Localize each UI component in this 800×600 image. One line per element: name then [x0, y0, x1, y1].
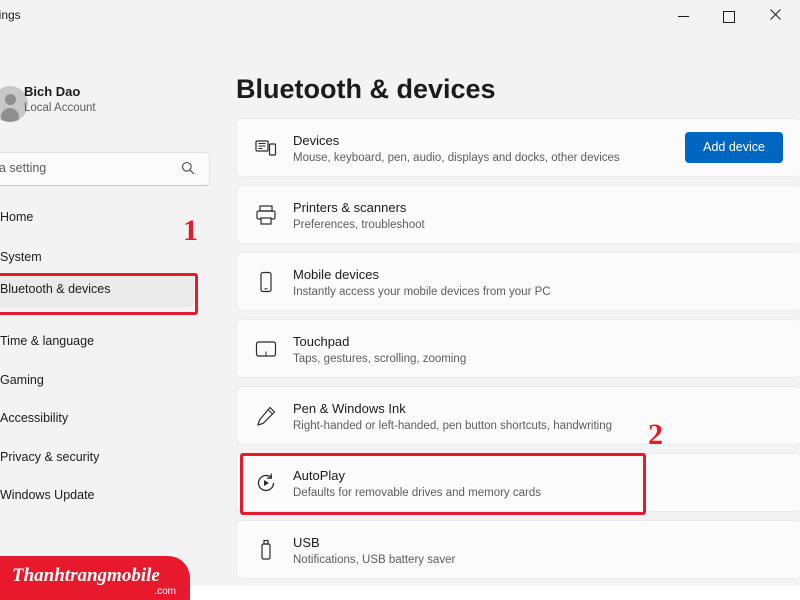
sidebar-item-time-language[interactable]: Time & language	[0, 325, 194, 359]
watermark-brand: Thanhtrangmobile	[12, 565, 160, 586]
card-subtitle: Taps, gestures, scrolling, zooming	[293, 353, 467, 365]
card-usb[interactable]: USB Notifications, USB battery saver	[236, 520, 800, 579]
sidebar-item-label: System	[0, 250, 42, 264]
card-mobile-devices[interactable]: Mobile devices Instantly access your mob…	[236, 252, 800, 311]
close-icon	[769, 9, 781, 20]
title-bar: ttings	[0, 0, 800, 34]
card-title: AutoPlay	[293, 468, 346, 483]
sidebar-item-label: Privacy & security	[0, 450, 100, 464]
card-title: Touchpad	[293, 334, 350, 349]
account-name: Bich Dao	[24, 84, 81, 99]
sidebar-item-label: Bluetooth & devices	[0, 282, 111, 296]
annotation-number-2: 2	[648, 418, 663, 451]
sidebar-item-gaming[interactable]: Gaming	[0, 364, 194, 398]
sidebar-item-windows-update[interactable]: Windows Update	[0, 479, 194, 513]
annotation-number-1: 1	[183, 214, 198, 247]
card-subtitle: Preferences, troubleshoot	[293, 219, 425, 231]
add-device-button[interactable]: Add device	[685, 132, 783, 163]
sidebar-item-label: Windows Update	[0, 488, 95, 502]
minimize-icon	[677, 16, 689, 18]
autoplay-icon	[257, 473, 275, 491]
card-pen-windows-ink[interactable]: Pen & Windows Ink Right-handed or left-h…	[236, 386, 800, 445]
card-title: Printers & scanners	[293, 200, 407, 215]
sidebar-item-home[interactable]: Home	[0, 201, 194, 235]
pen-icon	[257, 406, 276, 426]
account-type: Local Account	[24, 102, 96, 114]
watermark-suffix: .com	[154, 586, 176, 597]
card-printers-scanners[interactable]: Printers & scanners Preferences, trouble…	[236, 185, 800, 244]
account-block[interactable]: Bich Dao Local Account	[0, 82, 212, 128]
card-devices[interactable]: Devices Mouse, keyboard, pen, audio, dis…	[236, 118, 800, 177]
card-title: Devices	[293, 133, 340, 148]
content-area: Bluetooth & devices Devices Mouse, keybo…	[212, 34, 800, 600]
sidebar-item-privacy-security[interactable]: Privacy & security	[0, 441, 194, 475]
phone-icon	[260, 271, 272, 292]
search-icon	[181, 161, 195, 175]
sidebar-item-system[interactable]: System	[0, 241, 194, 275]
card-autoplay[interactable]: AutoPlay Defaults for removable drives a…	[236, 453, 800, 512]
sidebar: Bich Dao Local Account a setting Home Sy…	[0, 34, 212, 600]
maximize-icon	[723, 10, 735, 23]
page-title: Bluetooth & devices	[236, 74, 496, 104]
printer-icon	[256, 204, 276, 225]
sidebar-item-label: Time & language	[0, 334, 95, 348]
usb-icon	[261, 539, 271, 560]
search-input-value: a setting	[0, 161, 47, 175]
card-title: Mobile devices	[293, 267, 379, 282]
devices-icon	[255, 139, 277, 156]
maximize-button[interactable]	[706, 0, 752, 32]
card-title: Pen & Windows Ink	[293, 401, 406, 416]
sidebar-item-label: Accessibility	[0, 411, 69, 425]
watermark: Thanhtrangmobile .com	[0, 556, 190, 600]
close-button[interactable]	[752, 0, 798, 32]
search-input[interactable]: a setting	[0, 152, 210, 186]
touchpad-icon	[255, 340, 277, 357]
card-subtitle: Defaults for removable drives and memory…	[293, 487, 541, 499]
card-title: USB	[293, 535, 320, 550]
card-touchpad[interactable]: Touchpad Taps, gestures, scrolling, zoom…	[236, 319, 800, 378]
sidebar-item-label: Gaming	[0, 373, 44, 387]
sidebar-item-accessibility[interactable]: Accessibility	[0, 402, 194, 436]
card-subtitle: Instantly access your mobile devices fro…	[293, 286, 551, 298]
settings-window: ttings Bich Dao Local Account a setting	[0, 0, 800, 600]
minimize-button[interactable]	[660, 0, 706, 32]
card-subtitle: Notifications, USB battery saver	[293, 554, 456, 566]
sidebar-item-bluetooth-devices[interactable]: Bluetooth & devices	[0, 273, 194, 307]
card-subtitle: Right-handed or left-handed, pen button …	[293, 420, 613, 432]
card-subtitle: Mouse, keyboard, pen, audio, displays an…	[293, 152, 620, 164]
sidebar-item-label: Home	[0, 210, 34, 224]
window-title: ttings	[0, 8, 21, 22]
